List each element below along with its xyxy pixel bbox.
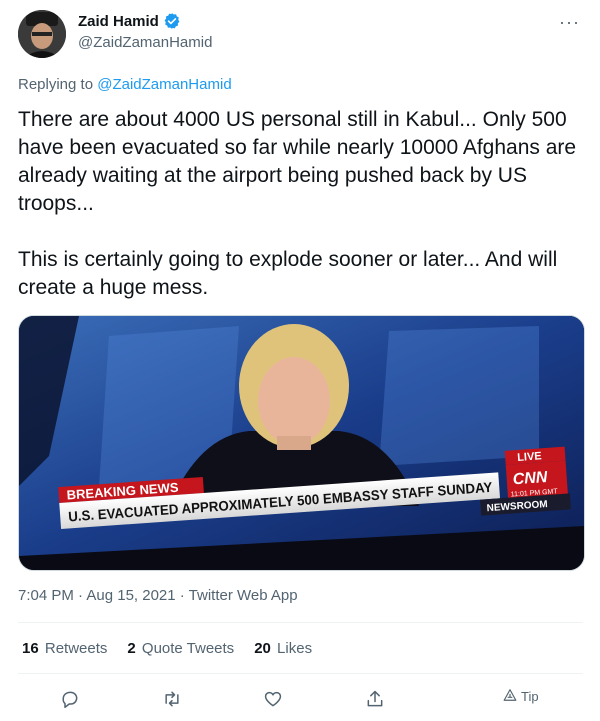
- tweet-stats: 16 Retweets 2 Quote Tweets 20 Likes: [22, 640, 312, 657]
- cnn-logo: CNN: [512, 469, 548, 488]
- tip-button[interactable]: Tip: [503, 688, 539, 705]
- quote-tweets-label: Quote Tweets: [141, 640, 235, 657]
- tweet-media-image[interactable]: BREAKING NEWS U.S. EVACUATED APPROXIMATE…: [18, 315, 585, 571]
- tip-icon: [503, 688, 517, 705]
- retweet-icon[interactable]: [157, 684, 187, 714]
- retweets-count: 16: [22, 640, 39, 657]
- tip-label: Tip: [521, 689, 539, 704]
- likes-stat[interactable]: 20 Likes: [254, 640, 312, 657]
- tweet-text: There are about 4000 US personal still i…: [18, 108, 577, 299]
- like-icon[interactable]: [258, 684, 288, 714]
- retweets-label: Retweets: [44, 640, 108, 657]
- divider-top: [18, 622, 583, 623]
- quote-tweets-stat[interactable]: 2 Quote Tweets: [127, 640, 234, 657]
- tweet-timestamp[interactable]: 7:04 PM · Aug 15, 2021 · Twitter Web App: [18, 587, 298, 604]
- reply-icon[interactable]: [55, 684, 85, 714]
- author-name-row: Zaid Hamid: [78, 12, 181, 30]
- likes-label: Likes: [277, 640, 313, 657]
- verified-badge-icon: [163, 12, 181, 30]
- live-label: LIVE: [517, 450, 542, 464]
- author-handle[interactable]: @ZaidZamanHamid: [78, 34, 212, 51]
- likes-count: 20: [254, 640, 271, 657]
- replying-prefix: Replying to: [18, 76, 98, 93]
- tweet-card: Zaid Hamid @ZaidZamanHamid ··· Replying …: [0, 0, 600, 721]
- more-options-icon[interactable]: ···: [559, 12, 580, 33]
- divider-bottom: [18, 673, 583, 674]
- display-name[interactable]: Zaid Hamid: [78, 13, 159, 30]
- share-icon[interactable]: [360, 684, 390, 714]
- replying-to: Replying to @ZaidZamanHamid: [18, 76, 232, 93]
- reply-to-link[interactable]: @ZaidZamanHamid: [97, 76, 231, 93]
- avatar[interactable]: [18, 10, 66, 58]
- retweets-stat[interactable]: 16 Retweets: [22, 640, 107, 657]
- quote-tweets-count: 2: [127, 640, 136, 657]
